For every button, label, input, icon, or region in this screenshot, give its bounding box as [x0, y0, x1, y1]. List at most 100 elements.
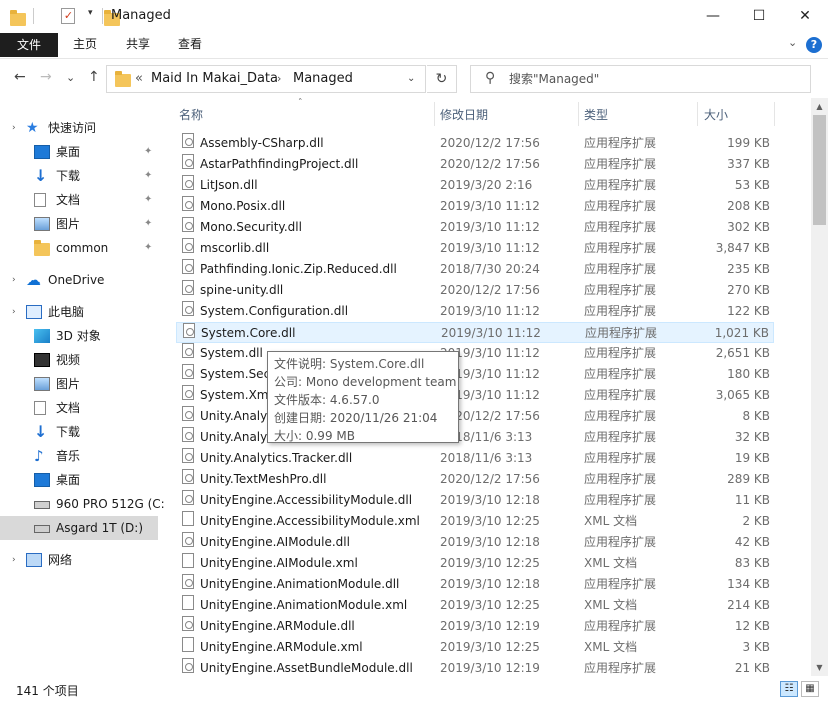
- folder-icon[interactable]: [10, 10, 26, 26]
- file-size: 12 KB: [734, 619, 770, 633]
- scroll-up-button[interactable]: ▲: [811, 98, 828, 115]
- file-row[interactable]: UnityEngine.AIModule.xml 2019/3/10 12:25 X…: [176, 553, 774, 574]
- sidebar-item[interactable]: ↓ 下载: [0, 420, 158, 444]
- file-row[interactable]: Assembly-CSharp.dll 2020/12/2 17:56 应用程序扩展…: [176, 133, 774, 154]
- refresh-button[interactable]: ↻: [427, 65, 457, 93]
- divider[interactable]: [774, 102, 775, 126]
- tab-view[interactable]: 查看: [164, 32, 216, 56]
- chevron-right-icon[interactable]: ›: [12, 548, 16, 572]
- properties-icon[interactable]: [60, 8, 75, 24]
- file-type: 应用程序扩展: [584, 451, 657, 465]
- file-row[interactable]: UnityEngine.AnimationModule.dll 2019/3/10…: [176, 574, 774, 595]
- breadcrumb-item[interactable]: Maid In Makai_Data: [151, 71, 278, 86]
- file-row[interactable]: UnityEngine.AccessibilityModule.dll 2019/…: [176, 490, 774, 511]
- sidebar-item[interactable]: 图片 ✦: [0, 212, 158, 236]
- forward-button[interactable]: →: [40, 69, 52, 85]
- close-button[interactable]: ✕: [782, 0, 828, 32]
- up-button[interactable]: ↑: [88, 69, 100, 85]
- file-row[interactable]: spine-unity.dll 2020/12/2 17:56 应用程序扩展 270 …: [176, 280, 774, 301]
- file-row[interactable]: UnityEngine.ARModule.xml 2019/3/10 12:25 X…: [176, 637, 774, 658]
- back-button[interactable]: ←: [14, 69, 26, 85]
- pin-icon[interactable]: ✦: [144, 212, 152, 236]
- chevron-right-icon[interactable]: ›: [12, 300, 16, 324]
- divider[interactable]: [578, 102, 579, 126]
- breadcrumb-item[interactable]: Managed: [293, 71, 353, 86]
- sidebar-item[interactable]: › ☁ OneDrive: [0, 268, 158, 292]
- help-icon[interactable]: ?: [806, 37, 822, 53]
- recent-locations-button[interactable]: ⌄: [66, 71, 75, 84]
- vertical-scrollbar[interactable]: ▲ ▼: [811, 98, 828, 676]
- sidebar-item[interactable]: › 网络: [0, 548, 158, 572]
- pin-icon[interactable]: ✦: [144, 236, 152, 260]
- tab-home[interactable]: 主页: [58, 32, 112, 56]
- divider[interactable]: [697, 102, 698, 126]
- file-row[interactable]: UnityEngine.AIModule.dll 2019/3/10 12:18 应…: [176, 532, 774, 553]
- sidebar-item[interactable]: ↓ 下载 ✦: [0, 164, 158, 188]
- expand-ribbon-icon[interactable]: ⌄: [788, 36, 797, 49]
- file-row[interactable]: AstarPathfindingProject.dll 2020/12/2 17:…: [176, 154, 774, 175]
- minimize-button[interactable]: —: [690, 0, 736, 32]
- file-row[interactable]: UnityEngine.ARModule.dll 2019/3/10 12:19 应…: [176, 616, 774, 637]
- sidebar-item[interactable]: › 此电脑: [0, 300, 158, 324]
- sidebar-item[interactable]: 3D 对象: [0, 324, 158, 348]
- sidebar-item[interactable]: 桌面 ✦: [0, 140, 158, 164]
- sidebar-item-label: 图片: [56, 377, 81, 391]
- scroll-down-button[interactable]: ▼: [811, 659, 828, 676]
- column-date[interactable]: 修改日期: [440, 106, 488, 123]
- window-title: Managed: [111, 8, 171, 23]
- tab-file[interactable]: 文件: [0, 33, 58, 57]
- sidebar-item[interactable]: ♪ 音乐: [0, 444, 158, 468]
- chevron-right-icon[interactable]: ›: [12, 116, 16, 140]
- file-row[interactable]: UnityEngine.AccessibilityModule.xml 2019/…: [176, 511, 774, 532]
- search-input[interactable]: [509, 69, 799, 89]
- pin-icon[interactable]: ✦: [144, 140, 152, 164]
- chevron-right-icon[interactable]: ›: [12, 268, 16, 292]
- sidebar-item[interactable]: 视频: [0, 348, 158, 372]
- customize-toolbar-dropdown[interactable]: ▾: [88, 8, 93, 18]
- chevron-down-icon[interactable]: ⌄: [407, 73, 415, 84]
- sidebar-item[interactable]: 960 PRO 512G (C:: [0, 492, 165, 516]
- file-row[interactable]: UnityEngine.AnimationModule.xml 2019/3/10…: [176, 595, 774, 616]
- sidebar-item[interactable]: 文档 ✦: [0, 188, 158, 212]
- tab-share[interactable]: 共享: [112, 32, 164, 56]
- file-row[interactable]: System.dll 2019/3/10 11:12 应用程序扩展 2,651 KB: [176, 343, 774, 364]
- pin-icon[interactable]: ✦: [144, 164, 152, 188]
- chevron-right-icon[interactable]: ›: [277, 72, 281, 85]
- divider[interactable]: [434, 102, 435, 126]
- search-icon: ⚲: [485, 70, 496, 86]
- search-box[interactable]: ⚲: [470, 65, 811, 93]
- file-row[interactable]: Unity.Analyt 2020/12/2 17:56 应用程序扩展 8 KB: [176, 406, 774, 427]
- sidebar-item[interactable]: 图片: [0, 372, 158, 396]
- sidebar-item[interactable]: common ✦: [0, 236, 158, 260]
- column-name[interactable]: 名称: [179, 106, 203, 123]
- file-row[interactable]: LitJson.dll 2019/3/20 2:16 应用程序扩展 53 KB: [176, 175, 774, 196]
- file-row[interactable]: System.Xml. 2019/3/10 11:12 应用程序扩展 3,065 KB: [176, 385, 774, 406]
- scroll-thumb[interactable]: [813, 115, 826, 225]
- file-row[interactable]: Unity.TextMeshPro.dll 2020/12/2 17:56 应用程序…: [176, 469, 774, 490]
- file-row[interactable]: Unity.Analytics.Tracker.dll 2018/11/6 3:1…: [176, 448, 774, 469]
- column-size[interactable]: 大小: [704, 106, 728, 123]
- file-row[interactable]: Mono.Posix.dll 2019/3/10 11:12 应用程序扩展 208 K…: [176, 196, 774, 217]
- file-size: 302 KB: [727, 220, 770, 234]
- file-date: 2019/3/10 12:25: [440, 598, 540, 612]
- sidebar-item[interactable]: 文档: [0, 396, 158, 420]
- file-row[interactable]: System.Configuration.dll 2019/3/10 11:12 应…: [176, 301, 774, 322]
- sidebar-item[interactable]: › ★ 快速访问: [0, 116, 158, 140]
- file-tooltip: 文件说明: System.Core.dll 公司: Mono developme…: [267, 351, 459, 443]
- maximize-button[interactable]: ☐: [736, 0, 782, 32]
- details-view-button[interactable]: ☷: [780, 681, 798, 697]
- file-row[interactable]: System.Secu 2019/3/10 11:12 应用程序扩展 180 KB: [176, 364, 774, 385]
- file-row[interactable]: Pathfinding.Ionic.Zip.Reduced.dll 2018/7/…: [176, 259, 774, 280]
- pin-icon[interactable]: ✦: [144, 188, 152, 212]
- file-row[interactable]: Unity.Analyt 2018/11/6 3:13 应用程序扩展 32 KB: [176, 427, 774, 448]
- file-row[interactable]: System.Core.dll 2019/3/10 11:12 应用程序扩展 1,02…: [176, 322, 774, 343]
- file-row[interactable]: mscorlib.dll 2019/3/10 11:12 应用程序扩展 3,847 K…: [176, 238, 774, 259]
- large-icons-view-button[interactable]: ▦: [801, 681, 819, 697]
- file-row[interactable]: UnityEngine.AssetBundleModule.dll 2019/3/…: [176, 658, 774, 676]
- sidebar-item[interactable]: Asgard 1T (D:): [0, 516, 158, 540]
- breadcrumb-overflow[interactable]: «: [135, 71, 143, 86]
- column-type[interactable]: 类型: [584, 106, 608, 123]
- file-row[interactable]: Mono.Security.dll 2019/3/10 11:12 应用程序扩展 30…: [176, 217, 774, 238]
- sidebar-item[interactable]: 桌面: [0, 468, 158, 492]
- breadcrumb[interactable]: « Maid In Makai_Data › Managed ⌄: [106, 65, 426, 93]
